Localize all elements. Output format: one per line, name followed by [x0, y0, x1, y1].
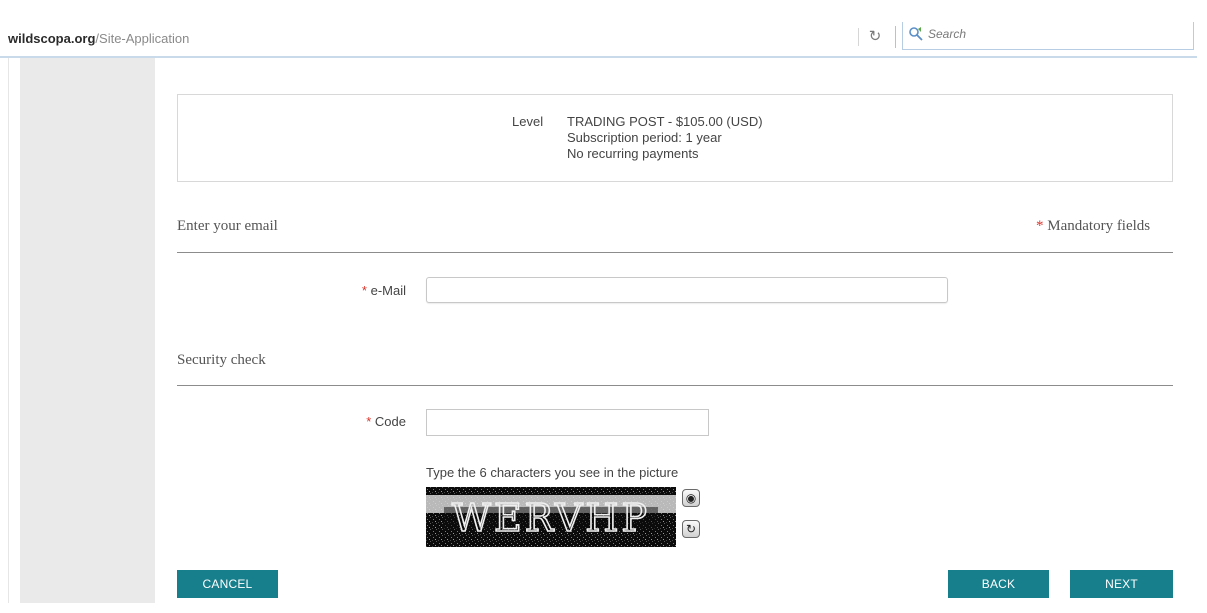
- level-name: TRADING POST - $105.00 (USD): [567, 114, 763, 129]
- level-label: Level: [512, 114, 544, 129]
- email-field[interactable]: [426, 277, 948, 303]
- toolbar-divider: [858, 28, 859, 46]
- toolbar-divider: [895, 26, 896, 48]
- section-title-email: Enter your email: [177, 218, 278, 234]
- reload-icon[interactable]: ↻: [864, 26, 886, 48]
- url-domain: wildscopa.org: [8, 31, 96, 46]
- search-icon: [909, 27, 923, 41]
- level-details: TRADING POST - $105.00 (USD) Subscriptio…: [567, 114, 763, 162]
- code-field-label: * Code: [286, 414, 406, 429]
- required-asterisk: *: [366, 414, 372, 429]
- next-button[interactable]: NEXT: [1070, 570, 1173, 598]
- speaker-icon[interactable]: ◉: [682, 489, 700, 507]
- membership-level-summary: Level TRADING POST - $105.00 (USD) Subsc…: [177, 94, 1173, 182]
- subscription-period: Subscription period: 1 year: [567, 130, 722, 145]
- captcha-instructions: Type the 6 characters you see in the pic…: [426, 465, 679, 480]
- address-url[interactable]: wildscopa.org/Site-Application: [8, 31, 189, 46]
- mandatory-fields-note: * Mandatory fields: [1036, 218, 1150, 235]
- captcha-characters: WERVHP: [452, 496, 650, 540]
- code-label-text: Code: [374, 414, 406, 429]
- captcha-image: WERVHP: [426, 487, 676, 547]
- url-path: /Site-Application: [95, 31, 190, 46]
- back-button[interactable]: BACK: [948, 570, 1049, 598]
- search-box[interactable]: Search: [902, 22, 1194, 50]
- browser-address-bar: wildscopa.org/Site-Application ↻ Search: [0, 18, 1197, 58]
- email-field-label: * e-Mail: [286, 283, 406, 298]
- captcha-noise: WERVHP: [426, 487, 676, 547]
- required-asterisk: *: [1036, 218, 1044, 234]
- required-asterisk: *: [361, 283, 367, 298]
- recurring-payments-note: No recurring payments: [567, 146, 699, 161]
- page-frame: [8, 58, 9, 603]
- section-divider: [177, 252, 1173, 253]
- section-title-security: Security check: [177, 352, 266, 368]
- mandatory-fields-label: Mandatory fields: [1047, 218, 1151, 234]
- left-sidebar-gutter: [20, 58, 155, 603]
- captcha-code-input[interactable]: [426, 409, 709, 436]
- email-label-text: e-Mail: [370, 283, 406, 298]
- cancel-button[interactable]: CANCEL: [177, 570, 278, 598]
- search-placeholder: Search: [928, 27, 967, 41]
- section-divider: [177, 385, 1173, 386]
- refresh-icon[interactable]: ↻: [682, 520, 700, 538]
